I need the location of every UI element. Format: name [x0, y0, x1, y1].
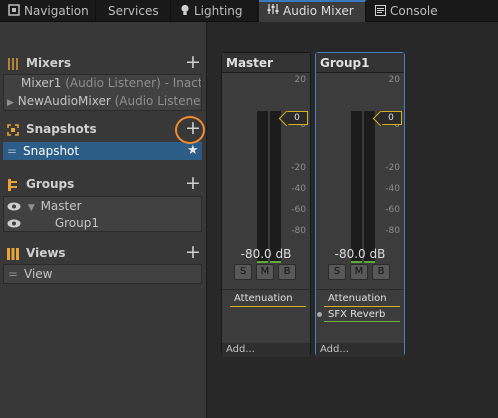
groups-icon — [7, 179, 19, 191]
level-meter-left — [257, 111, 268, 263]
tab-audio-mixer-label: Audio Mixer — [283, 4, 354, 18]
tab-navigation[interactable]: Navigation — [0, 0, 96, 22]
mixers-list: Mixer1 (Audio Listener) - Inactive ▶ New… — [3, 74, 202, 111]
divider — [316, 289, 404, 290]
list-item[interactable]: = View — [4, 266, 201, 283]
snapshot-name: Snapshot — [23, 144, 80, 158]
list-item[interactable]: = Snapshot ★ — [3, 142, 202, 160]
add-effect-button[interactable]: Add... — [222, 343, 310, 357]
list-item[interactable]: Group1 — [4, 215, 201, 231]
channel-strip-master[interactable]: Master 20 0 -20 -40 -60 -80 0 -80.0 dB S… — [221, 52, 311, 357]
effect-attenuation[interactable]: Attenuation — [230, 292, 306, 307]
tab-console-label: Console — [390, 4, 438, 18]
list-item[interactable]: ▼ Master — [4, 198, 201, 215]
level-meter-left — [351, 111, 362, 263]
mixer-name: Mixer1 — [21, 76, 62, 90]
navigation-icon — [8, 1, 20, 23]
eye-icon[interactable] — [7, 216, 21, 230]
tick-label: -60 — [385, 205, 400, 215]
highlight-circle — [175, 116, 205, 144]
mixer-name: NewAudioMixer — [17, 94, 111, 108]
effect-send-dot — [317, 312, 322, 317]
tick-label: 20 — [388, 75, 400, 85]
mixer-strips-area: Master 20 0 -20 -40 -60 -80 0 -80.0 dB S… — [208, 22, 498, 418]
mixers-title: Mixers — [26, 56, 71, 70]
collapse-arrow-icon[interactable]: ▼ — [28, 203, 35, 213]
level-readout: -80.0 dB — [334, 247, 386, 261]
mixer-detail: (Audio Listener) — [114, 94, 201, 108]
tab-audio-mixer[interactable]: Audio Mixer — [259, 0, 366, 22]
groups-title: Groups — [26, 177, 75, 191]
drag-handle-icon[interactable]: = — [7, 142, 17, 160]
tab-services-label: Services — [108, 4, 159, 18]
volume-handle[interactable]: 0 — [380, 111, 402, 125]
mute-button[interactable]: M — [350, 264, 368, 280]
add-effect-button[interactable]: Add... — [316, 343, 404, 357]
solo-button[interactable]: S — [328, 264, 346, 280]
eye-icon[interactable] — [7, 199, 21, 213]
star-icon[interactable]: ★ — [187, 142, 199, 160]
group-name: Master — [40, 199, 82, 213]
tick-label: -80 — [385, 226, 400, 236]
console-icon — [375, 1, 386, 23]
list-item[interactable]: Mixer1 (Audio Listener) - Inactive — [4, 75, 201, 92]
tick-label: -20 — [385, 163, 400, 173]
volume-handle[interactable]: 0 — [286, 111, 308, 125]
solo-button[interactable]: S — [234, 264, 252, 280]
tab-navigation-label: Navigation — [24, 4, 89, 18]
tab-lighting-label: Lighting — [194, 4, 243, 18]
mixers-header: Mixers + — [0, 52, 207, 74]
effect-attenuation[interactable]: Attenuation — [324, 292, 400, 307]
tab-bar: Navigation Services Lighting Audio Mixer… — [0, 0, 498, 22]
audio-mixer-icon — [267, 2, 279, 21]
list-item[interactable]: ▶ NewAudioMixer (Audio Listener) — [4, 93, 201, 110]
tab-services[interactable]: Services — [97, 0, 171, 22]
view-name: View — [24, 267, 53, 281]
bypass-button[interactable]: B — [372, 264, 390, 280]
level-readout: -80.0 dB — [240, 247, 292, 261]
views-icon — [7, 248, 19, 260]
group-name: Group1 — [54, 216, 99, 230]
views-header: Views + — [0, 242, 207, 264]
add-group-button[interactable]: + — [185, 173, 201, 193]
snapshot-icon — [7, 124, 19, 136]
tick-label: -20 — [291, 163, 306, 173]
tab-console[interactable]: Console — [367, 0, 498, 22]
effect-sfx-reverb[interactable]: SFX Reverb — [324, 309, 400, 322]
strip-title: Master — [222, 53, 310, 73]
tick-label: -60 — [291, 205, 306, 215]
views-list: = View — [3, 264, 202, 284]
tab-lighting[interactable]: Lighting — [172, 0, 258, 22]
drag-handle-icon[interactable]: = — [8, 266, 18, 283]
mixer-sidebar: Mixers + Mixer1 (Audio Listener) - Inact… — [0, 22, 207, 418]
mixers-icon — [7, 58, 19, 70]
mixer-detail: (Audio Listener) - Inactive — [65, 76, 201, 90]
lightbulb-icon — [180, 1, 190, 23]
groups-list: ▼ Master Group1 — [3, 196, 202, 232]
mute-button[interactable]: M — [256, 264, 274, 280]
expand-arrow-icon[interactable]: ▶ — [7, 98, 14, 108]
views-title: Views — [26, 246, 66, 260]
snapshots-list: = Snapshot ★ — [3, 140, 202, 162]
tick-label: -40 — [385, 184, 400, 194]
groups-header: Groups + — [0, 173, 207, 195]
level-meter-right — [270, 111, 281, 263]
level-meter-right — [364, 111, 375, 263]
strip-title: Group1 — [316, 53, 404, 73]
bypass-button[interactable]: B — [278, 264, 296, 280]
add-mixer-button[interactable]: + — [185, 52, 201, 72]
tick-label: -80 — [291, 226, 306, 236]
tick-label: 20 — [294, 75, 306, 85]
add-view-button[interactable]: + — [185, 242, 201, 262]
snapshots-title: Snapshots — [26, 122, 97, 136]
divider — [222, 289, 310, 290]
channel-strip-group1[interactable]: Group1 20 0 -20 -40 -60 -80 0 -80.0 dB S… — [315, 52, 405, 357]
tick-label: -40 — [291, 184, 306, 194]
